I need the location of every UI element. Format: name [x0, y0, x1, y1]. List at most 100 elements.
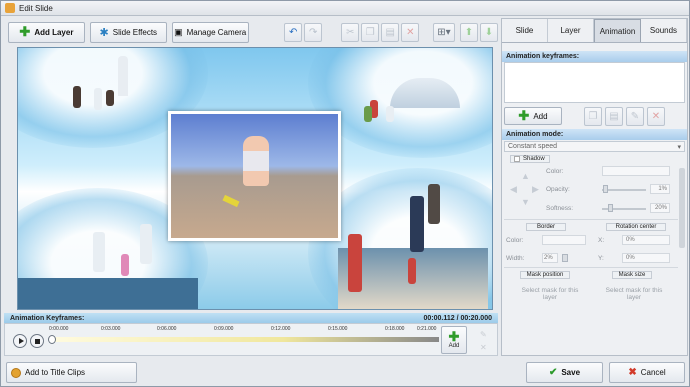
- tab-sounds[interactable]: Sounds: [641, 19, 687, 42]
- redo-icon[interactable]: ↷: [304, 22, 323, 42]
- checkmark-icon: ✔: [548, 367, 558, 378]
- manage-camera-button[interactable]: ▣ Manage Camera: [171, 21, 249, 43]
- tab-slide[interactable]: Slide: [502, 19, 548, 42]
- move-up-icon[interactable]: ⬆: [460, 22, 478, 42]
- person-figure: [140, 224, 152, 264]
- animation-mode-header: Animation mode:: [502, 129, 687, 140]
- play-icon[interactable]: [13, 334, 27, 348]
- border-width-spinner[interactable]: [562, 254, 568, 262]
- add-keyframe-label: Add: [448, 343, 460, 349]
- delete-icon[interactable]: ✕: [401, 22, 420, 42]
- shadow-direction-pad[interactable]: ▲ ◀ ▶ ▼: [510, 171, 542, 211]
- sparkle-icon: ✱: [99, 26, 109, 39]
- properties-panel: Slide Layer Animation Sounds Animation k…: [501, 18, 688, 356]
- checkbox-icon: [514, 156, 520, 162]
- align-dropdown-icon[interactable]: ⊞▾: [432, 22, 455, 42]
- opacity-slider-handle[interactable]: [603, 185, 608, 193]
- person-figure: [94, 88, 102, 110]
- undo-icon[interactable]: ↶: [284, 22, 303, 42]
- divider: [504, 267, 678, 268]
- add-to-title-clips-button[interactable]: Add to Title Clips: [6, 362, 137, 383]
- undo-redo-group: ↶ ↷: [284, 22, 323, 42]
- paste-icon[interactable]: ▤: [605, 106, 623, 126]
- timeline-header-label: Animation Keyframes:: [10, 314, 85, 322]
- shadow-checkbox[interactable]: Shadow: [510, 155, 550, 163]
- softness-value[interactable]: 20%: [650, 203, 670, 213]
- paste-icon[interactable]: ▤: [381, 22, 400, 42]
- tick-label: 0:21.000: [417, 326, 437, 332]
- delete-icon[interactable]: ✕: [647, 106, 665, 126]
- plus-icon: ✚: [448, 329, 460, 344]
- tick-label: 0:06.000: [157, 326, 177, 332]
- add-to-title-clips-label: Add to Title Clips: [25, 368, 86, 377]
- edit-keyframe-icon[interactable]: ✎: [480, 328, 487, 341]
- shadow-color-field[interactable]: [602, 166, 670, 176]
- border-section-title: Border: [526, 223, 566, 231]
- shadow-label: Shadow: [523, 156, 545, 162]
- arrow-up-icon: ▲: [521, 171, 530, 181]
- animation-mode-value: Constant speed: [508, 143, 558, 150]
- selected-layer-baby-photo[interactable]: [168, 111, 341, 241]
- copy-icon[interactable]: ❐: [584, 106, 602, 126]
- rotation-y-field[interactable]: 0%: [622, 253, 670, 263]
- border-color-field[interactable]: [542, 235, 586, 245]
- save-button[interactable]: ✔ Save: [526, 362, 603, 383]
- add-animation-keyframe-label: Add: [533, 111, 548, 121]
- delete-keyframe-icon[interactable]: ✕: [480, 341, 487, 354]
- person-figure: [348, 234, 362, 292]
- title-bar: Edit Slide: [1, 1, 689, 16]
- layer-order-group: ⬆ ⬇: [460, 22, 498, 42]
- cancel-button[interactable]: ✖ Cancel: [609, 362, 685, 383]
- save-label: Save: [561, 368, 581, 377]
- time-readout: 00:00.112 / 00:20.000: [423, 314, 492, 322]
- rotation-center-title: Rotation center: [606, 223, 666, 231]
- copy-icon[interactable]: ❐: [361, 22, 380, 42]
- brush-icon[interactable]: ✎: [626, 106, 644, 126]
- properties-tabs: Slide Layer Animation Sounds: [502, 19, 687, 43]
- app-icon: [5, 3, 15, 13]
- mask-position-hint: Select mask for this layer: [521, 287, 579, 301]
- panel-scrollbar[interactable]: [679, 153, 685, 343]
- border-width-field[interactable]: 2%: [542, 253, 558, 263]
- divider: [504, 219, 678, 220]
- tab-layer[interactable]: Layer: [548, 19, 594, 42]
- close-icon: ✖: [628, 367, 637, 378]
- tab-animation[interactable]: Animation: [594, 19, 641, 42]
- keyframes-section-header: Animation keyframes:: [502, 51, 687, 62]
- person-figure: [410, 196, 424, 252]
- tick-label: 0:18.000: [385, 326, 405, 332]
- slide-effects-button[interactable]: ✱ Slide Effects: [89, 21, 167, 43]
- main-toolbar: ✚ Add Layer ✱ Slide Effects ▣ Manage Cam…: [4, 18, 498, 46]
- window-title: Edit Slide: [19, 3, 53, 13]
- scrollbar-thumb[interactable]: [679, 168, 685, 248]
- add-animation-keyframe-button[interactable]: ✚ Add: [504, 107, 562, 125]
- cancel-label: Cancel: [640, 368, 666, 377]
- person-figure: [73, 86, 81, 108]
- tick-label: 0:03.000: [101, 326, 121, 332]
- keyframes-list[interactable]: [504, 62, 685, 103]
- cut-icon[interactable]: ✂: [341, 22, 360, 42]
- add-layer-button[interactable]: ✚ Add Layer: [8, 21, 85, 43]
- person-figure: [428, 184, 440, 224]
- mask-size-title: Mask size: [612, 271, 652, 279]
- playhead-handle[interactable]: [48, 335, 56, 344]
- chevron-down-icon: ▾: [677, 143, 681, 151]
- mask-size-hint: Select mask for this layer: [605, 287, 663, 301]
- edit-slide-window: Edit Slide ✚ Add Layer ✱ Slide Effects ▣…: [0, 0, 690, 387]
- move-down-icon[interactable]: ⬇: [480, 22, 498, 42]
- opacity-value[interactable]: 1%: [650, 184, 670, 194]
- opacity-label: Opacity:: [546, 186, 570, 193]
- baby-figure: [243, 136, 269, 186]
- border-width-label: Width:: [506, 255, 525, 262]
- mask-position-title: Mask position: [520, 271, 570, 279]
- animation-mode-select[interactable]: Constant speed ▾: [504, 141, 685, 152]
- arrow-right-icon: ▶: [532, 184, 539, 194]
- child-figure: [408, 258, 416, 284]
- timeline-track[interactable]: [49, 337, 439, 342]
- add-keyframe-button[interactable]: ✚ Add: [441, 326, 467, 354]
- stop-icon[interactable]: [30, 334, 44, 348]
- softness-slider-handle[interactable]: [608, 204, 613, 212]
- opacity-slider[interactable]: [602, 189, 646, 191]
- slide-preview-canvas[interactable]: [17, 47, 493, 310]
- rotation-x-field[interactable]: 0%: [622, 235, 670, 245]
